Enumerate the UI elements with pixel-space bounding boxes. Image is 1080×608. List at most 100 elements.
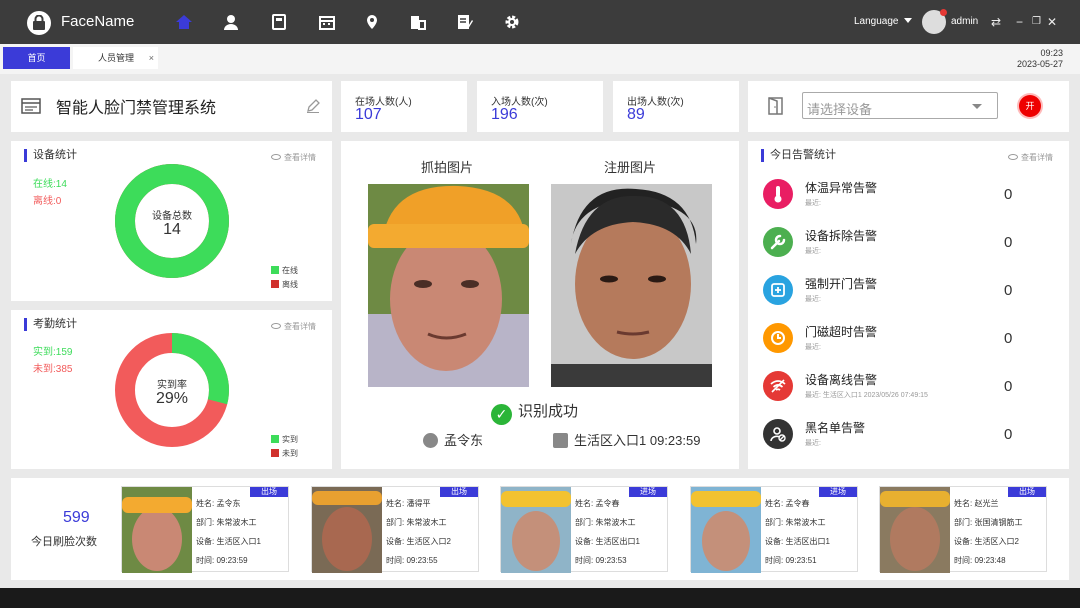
legend-offline: 离线	[271, 279, 298, 290]
calculator-icon[interactable]	[269, 12, 289, 32]
top-bar: FaceName Language admin ⇄ − ❐ ✕	[0, 0, 1080, 44]
notification-dot	[940, 9, 947, 16]
donut-center-value: 14	[163, 221, 181, 238]
gear-icon[interactable]	[502, 12, 522, 32]
calendar-icon[interactable]	[317, 12, 337, 32]
record-badge: 进场	[629, 487, 667, 497]
person-icon[interactable]	[221, 12, 241, 32]
record-card[interactable]: 姓名: 孟令东 部门: 朱常波木工 设备: 生活区入口1 时间: 09:23:5…	[121, 486, 289, 573]
record-time: 时间: 09:23:51	[765, 556, 817, 565]
legend-present: 实到	[271, 434, 298, 445]
record-time: 时间: 09:23:55	[386, 556, 438, 565]
legend-online: 在线	[271, 265, 298, 276]
clock-icon	[763, 323, 793, 353]
registered-title: 注册图片	[604, 160, 657, 175]
absent-count: 未到:385	[33, 364, 73, 375]
device-select-placeholder: 请选择设备	[807, 102, 873, 117]
record-card[interactable]: 姓名: 赵光兰 部门: 张国清钢筋工 设备: 生活区入口2 时间: 09:23:…	[879, 486, 1047, 573]
alarm-name: 强制开门告警	[805, 277, 878, 291]
person-block-icon	[763, 419, 793, 449]
stat-card-exits: 出场人数(次) 89	[613, 81, 739, 132]
record-dept: 部门: 朱常波木工	[386, 518, 447, 527]
record-name: 姓名: 孟令东	[196, 499, 241, 508]
user-name[interactable]: admin	[951, 16, 978, 27]
capture-card: 抓拍图片 注册图片 ✓ 识别成功 孟令东 生活区入口1 09:23:59	[341, 141, 739, 469]
record-badge: 进场	[819, 487, 857, 497]
alarm-latest: 最近:	[805, 200, 821, 207]
section-title: 今日告警统计	[761, 149, 836, 162]
record-dept: 部门: 朱常波木工	[575, 518, 636, 527]
clock-time: 09:23	[1040, 48, 1063, 58]
legend-absent: 未到	[271, 448, 298, 459]
building-icon[interactable]	[408, 12, 428, 32]
record-photo	[691, 487, 761, 573]
registered-photo	[551, 184, 712, 387]
bottom-bar	[0, 588, 1080, 608]
record-card[interactable]: 姓名: 孟令春 部门: 朱常波木工 设备: 生活区出口1 时间: 09:23:5…	[500, 486, 668, 573]
result-text: 识别成功	[518, 403, 579, 420]
eye-icon	[1008, 154, 1018, 160]
alarm-latest: 最近:	[805, 296, 821, 303]
open-door-button[interactable]: 开	[1019, 95, 1041, 117]
minimize-icon[interactable]: −	[1016, 15, 1023, 29]
alarm-count: 0	[1004, 234, 1013, 251]
record-time: 时间: 09:23:48	[954, 556, 1006, 565]
record-time: 时间: 09:23:53	[575, 556, 627, 565]
records-strip: 599 今日刷脸次数 姓名: 孟令东 部门: 朱常波木工 设备: 生活区入口1 …	[11, 478, 1069, 580]
record-device: 设备: 生活区出口1	[765, 537, 830, 546]
edit-icon[interactable]	[455, 12, 475, 32]
location-icon[interactable]	[362, 12, 382, 32]
tab-bar: 首页 人员管理 × 09:23 2023-05-27	[0, 44, 1080, 74]
switch-icon[interactable]: ⇄	[991, 15, 1001, 29]
tab-label: 人员管理	[98, 53, 135, 63]
alarm-count: 0	[1004, 186, 1013, 203]
recognition-result: ✓ 识别成功	[491, 400, 578, 425]
clock-date: 2023-05-27	[1016, 59, 1063, 69]
stat-card-present: 在场人数(人) 107	[341, 81, 467, 132]
record-card[interactable]: 姓名: 潘得平 部门: 朱常波木工 设备: 生活区入口2 时间: 09:23:5…	[311, 486, 479, 573]
alarm-card: 今日告警统计 查看详情 体温异常告警 最近: 0 设备拆除告警 最近: 0 强制…	[748, 141, 1069, 469]
record-photo	[312, 487, 382, 573]
section-title: 考勤统计	[24, 318, 77, 331]
device-select[interactable]: 请选择设备	[802, 92, 998, 119]
record-card[interactable]: 姓名: 孟令春 部门: 朱常波木工 设备: 生活区出口1 时间: 09:23:5…	[690, 486, 858, 573]
system-title-card: 智能人脸门禁管理系统	[11, 81, 332, 132]
record-photo	[501, 487, 571, 573]
alarm-count: 0	[1004, 378, 1013, 395]
system-title: 智能人脸门禁管理系统	[56, 100, 217, 117]
stat-value: 107	[355, 106, 382, 123]
donut-center-label: 实到率	[157, 380, 187, 391]
location-time: 生活区入口1 09:23:59	[553, 430, 700, 449]
alarm-count: 0	[1004, 330, 1013, 347]
record-device: 设备: 生活区入口2	[386, 537, 451, 546]
section-title: 设备统计	[24, 149, 77, 162]
alarm-name: 设备拆除告警	[805, 229, 878, 243]
tab-home[interactable]: 首页	[3, 47, 70, 69]
close-icon[interactable]: ✕	[1047, 15, 1057, 29]
snapshot-photo	[368, 184, 529, 387]
record-dept: 部门: 朱常波木工	[765, 518, 826, 527]
restore-icon[interactable]: ❐	[1032, 16, 1041, 27]
today-swipe-count: 599	[63, 509, 90, 526]
door-force-icon	[763, 275, 793, 305]
eye-icon	[271, 323, 281, 329]
device-stats-card: 设备统计 查看详情 在线:14 离线:0 设备总数 14 在线 离线	[11, 141, 332, 301]
tab-close-icon[interactable]: ×	[149, 47, 154, 69]
avatar[interactable]	[922, 9, 947, 34]
online-count: 在线:14	[33, 179, 67, 190]
home-icon[interactable]	[174, 12, 194, 32]
alarm-name: 黑名单告警	[805, 421, 866, 435]
language-selector[interactable]: Language	[854, 16, 913, 27]
door-icon	[768, 97, 784, 120]
view-detail-link[interactable]: 查看详情	[1008, 152, 1053, 163]
record-name: 姓名: 潘得平	[386, 499, 431, 508]
view-detail-link[interactable]: 查看详情	[271, 152, 316, 163]
tab-person-management[interactable]: 人员管理 ×	[73, 47, 158, 69]
view-detail-link[interactable]: 查看详情	[271, 321, 316, 332]
device-select-card: 请选择设备 开	[748, 81, 1069, 132]
record-name: 姓名: 孟令春	[575, 499, 620, 508]
alarm-latest: 最近:	[805, 440, 821, 447]
edit-pen-icon[interactable]	[306, 99, 320, 118]
wifi-off-icon	[763, 371, 793, 401]
device-icon	[553, 433, 568, 448]
